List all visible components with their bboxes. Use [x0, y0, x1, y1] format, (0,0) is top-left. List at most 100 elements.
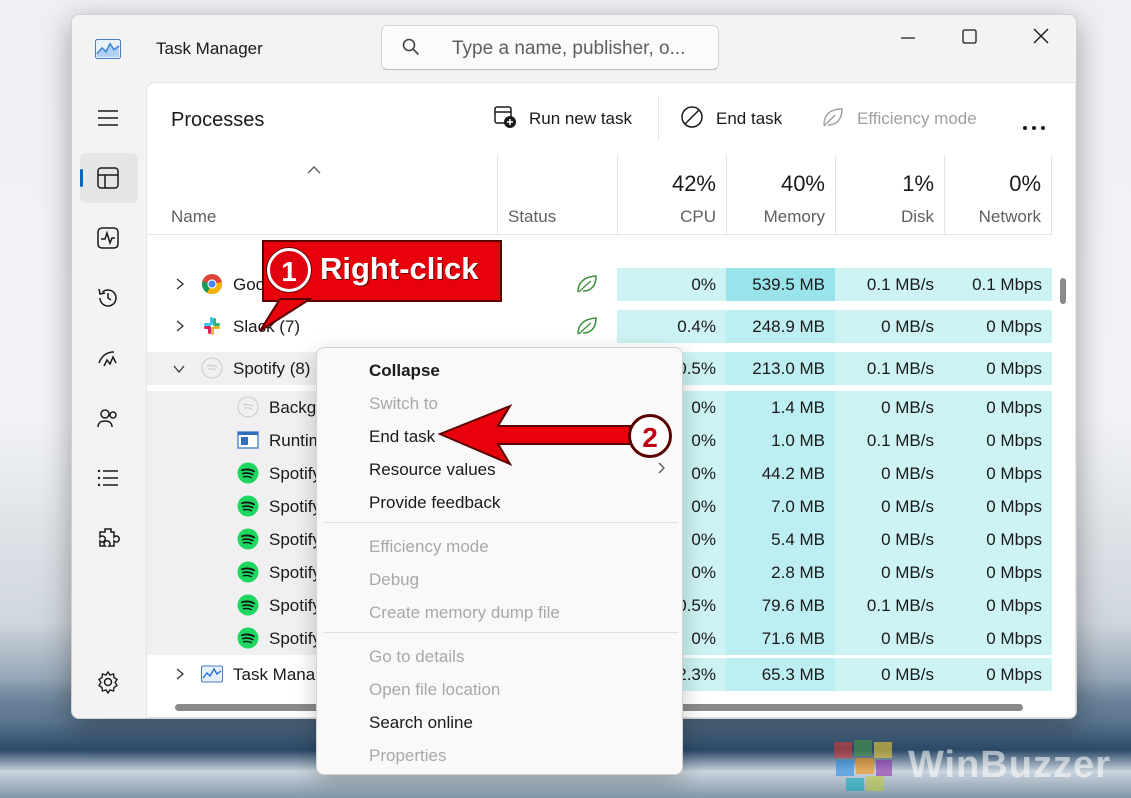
network-value: 0 Mbps	[986, 497, 1042, 516]
task-manager-app-icon	[95, 39, 121, 59]
menu-item-collapse[interactable]: Collapse	[369, 361, 440, 381]
expand-chevron-icon[interactable]	[175, 320, 185, 332]
memory-cell: 2.8 MB	[726, 556, 835, 589]
disk-cell: 0.1 MB/s	[835, 268, 944, 301]
page-title: Processes	[171, 109, 265, 131]
process-name: Spotify (8)	[233, 359, 311, 378]
cpu-value: 2.3%	[677, 665, 716, 684]
column-header-name[interactable]: Name	[147, 155, 497, 235]
disk-cell: 0.1 MB/s	[835, 352, 944, 385]
memory-cell: 7.0 MB	[726, 490, 835, 523]
cpu-value: 0.5%	[677, 596, 716, 615]
network-value: 0.1 Mbps	[972, 275, 1042, 294]
disk-cell: 0 MB/s	[835, 523, 944, 556]
memory-value: 44.2 MB	[761, 464, 825, 483]
column-header-disk[interactable]: 1% Disk	[835, 155, 944, 235]
network-value: 0 Mbps	[986, 665, 1042, 684]
menu-item-end-task[interactable]: End task	[369, 427, 435, 447]
nav-details[interactable]	[80, 453, 138, 503]
column-header-network[interactable]: 0% Network	[944, 155, 1052, 235]
expand-chevron-icon[interactable]	[175, 668, 185, 680]
disk-cell: 0 MB/s	[835, 457, 944, 490]
vertical-scrollbar[interactable]	[1060, 278, 1066, 304]
nav-startup-apps[interactable]	[80, 333, 138, 383]
memory-value: 539.5 MB	[752, 275, 825, 294]
details-icon	[97, 469, 118, 487]
cpu-value: 0%	[691, 431, 716, 450]
network-cell: 0 Mbps	[944, 622, 1052, 655]
run-new-task-icon	[494, 106, 516, 128]
cpu-value: 0%	[691, 563, 716, 582]
column-header-status[interactable]: Status	[497, 155, 617, 235]
app-history-icon	[98, 288, 117, 307]
minimize-icon[interactable]	[885, 23, 931, 53]
annotation-arrow-2	[437, 403, 631, 467]
nav-processes[interactable]	[80, 153, 138, 203]
sort-ascending-icon	[307, 166, 321, 174]
close-icon[interactable]	[1018, 23, 1064, 53]
menu-item-debug[interactable]: Debug	[369, 570, 419, 590]
column-header-memory[interactable]: 40% Memory	[726, 155, 835, 235]
disk-value: 0 MB/s	[881, 563, 934, 582]
step-2-number: 2	[642, 422, 658, 453]
nav-users[interactable]	[80, 393, 138, 443]
menu-item-switch-to[interactable]: Switch to	[369, 394, 438, 414]
network-cell: 0 Mbps	[944, 523, 1052, 556]
nav-performance[interactable]	[80, 213, 138, 263]
expand-chevron-icon[interactable]	[175, 278, 185, 290]
memory-cell: 44.2 MB	[726, 457, 835, 490]
step-1-badge: 1	[267, 248, 311, 292]
toolbar-divider	[658, 97, 659, 141]
network-cell: 0 Mbps	[944, 490, 1052, 523]
disk-cell: 0.1 MB/s	[835, 424, 944, 457]
disk-cell: 0 MB/s	[835, 658, 944, 691]
disk-cell: 0 MB/s	[835, 490, 944, 523]
cpu-value: 0.5%	[677, 359, 716, 378]
memory-value: 1.4 MB	[771, 398, 825, 417]
memory-value: 79.6 MB	[761, 596, 825, 615]
step-1-label: Right-click	[320, 251, 479, 286]
end-task-icon	[681, 106, 703, 128]
menu-item-provide-feedback[interactable]: Provide feedback	[369, 493, 500, 513]
collapse-chevron-icon[interactable]	[173, 364, 185, 374]
disk-cell: 0 MB/s	[835, 310, 944, 343]
memory-total: 40%	[780, 171, 825, 196]
network-value: 0 Mbps	[986, 596, 1042, 615]
memory-cell: 1.0 MB	[726, 424, 835, 457]
menu-item-open-file-location[interactable]: Open file location	[369, 680, 500, 700]
column-status-label: Status	[508, 207, 557, 226]
menu-item-go-to-details[interactable]: Go to details	[369, 647, 464, 667]
hamburger-menu-button[interactable]	[80, 93, 138, 143]
disk-value: 0 MB/s	[881, 464, 934, 483]
network-cell: 0 Mbps	[944, 556, 1052, 589]
services-icon	[99, 528, 120, 547]
disk-value: 0 MB/s	[881, 398, 934, 417]
network-value: 0 Mbps	[986, 398, 1042, 417]
more-options-button[interactable]	[1023, 117, 1050, 135]
network-value: 0 Mbps	[986, 359, 1042, 378]
memory-cell: 213.0 MB	[726, 352, 835, 385]
disk-value: 0 MB/s	[881, 629, 934, 648]
search-input[interactable]: Type a name, publisher, o...	[381, 25, 719, 70]
performance-icon	[97, 227, 119, 249]
menu-item-search-online[interactable]: Search online	[369, 713, 473, 733]
menu-item-create-dump[interactable]: Create memory dump file	[369, 603, 560, 623]
efficiency-leaf-icon	[577, 317, 597, 335]
network-value: 0 Mbps	[986, 431, 1042, 450]
nav-services[interactable]	[80, 513, 138, 563]
nav-settings[interactable]	[80, 657, 138, 707]
hamburger-icon	[98, 110, 118, 126]
menu-item-efficiency-mode[interactable]: Efficiency mode	[369, 537, 489, 557]
disk-cell: 0 MB/s	[835, 556, 944, 589]
cpu-value: 0%	[691, 497, 716, 516]
column-header-cpu[interactable]: 42% CPU	[617, 155, 726, 235]
menu-item-properties[interactable]: Properties	[369, 746, 446, 766]
memory-value: 5.4 MB	[771, 530, 825, 549]
nav-app-history[interactable]	[80, 273, 138, 323]
network-cell: 0 Mbps	[944, 457, 1052, 490]
memory-value: 7.0 MB	[771, 497, 825, 516]
menu-divider	[323, 632, 678, 633]
maximize-icon[interactable]	[946, 23, 992, 53]
column-disk-label: Disk	[900, 207, 934, 226]
disk-total: 1%	[902, 171, 934, 196]
